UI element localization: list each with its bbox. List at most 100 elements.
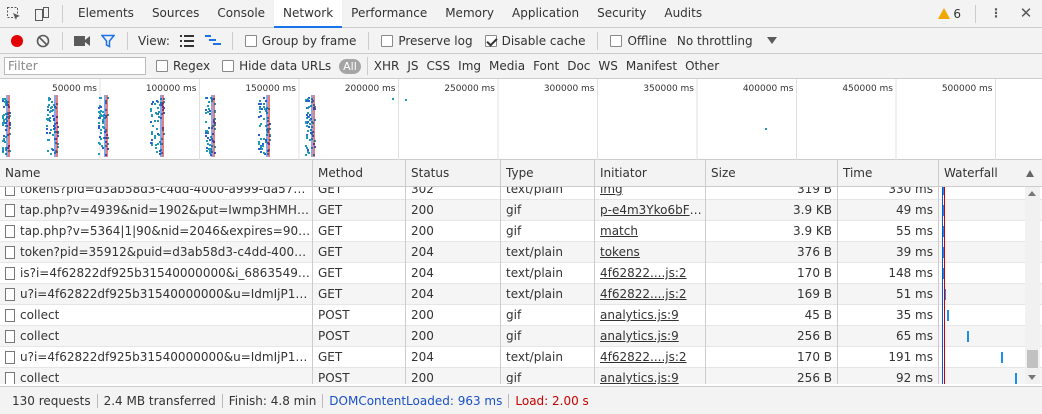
request-name-cell[interactable]: collect: [0, 305, 313, 326]
filter-type-other[interactable]: Other: [681, 59, 723, 73]
initiator-link[interactable]: 4f62822....js:2: [600, 266, 687, 280]
column-header-waterfall[interactable]: Waterfall: [939, 160, 1042, 187]
inspect-icon[interactable]: [0, 0, 28, 27]
initiator-link[interactable]: analytics.js:9: [600, 329, 679, 343]
initiator-link[interactable]: p-e4m3Yko6bFY...: [600, 203, 705, 217]
checkbox-box-checked[interactable]: [484, 34, 497, 47]
camera-icon: [74, 35, 90, 46]
table-row[interactable]: collect POST 200 gif analytics.js:9 45 B 35 ms: [0, 305, 1042, 326]
column-header-size[interactable]: Size: [706, 160, 838, 187]
tab-audits[interactable]: Audits: [655, 0, 711, 27]
tab-application[interactable]: Application: [503, 0, 588, 27]
request-name-cell[interactable]: collect: [0, 326, 313, 347]
kebab-menu-icon[interactable]: ⋮: [982, 0, 1010, 27]
scrollbar-thumb[interactable]: [1027, 350, 1038, 368]
tab-memory[interactable]: Memory: [436, 0, 503, 27]
request-name: tokens?pid=d3ab58d3-c4dd-4000-a999-da578…: [20, 187, 312, 196]
filter-type-ws[interactable]: WS: [594, 59, 621, 73]
tab-performance[interactable]: Performance: [342, 0, 436, 27]
table-row[interactable]: u?i=4f62822df925b31540000000&u=IdmIjP1oE…: [0, 347, 1042, 368]
request-type: gif: [501, 305, 595, 326]
checkbox-box[interactable]: [381, 34, 394, 47]
network-overview[interactable]: 50000 ms 100000 ms 150000 ms 200000 ms 25000…: [0, 79, 1042, 160]
scroll-up-icon[interactable]: [1028, 191, 1036, 196]
initiator-link[interactable]: match: [600, 224, 638, 238]
filter-type-all[interactable]: All: [339, 58, 361, 74]
throttling-select[interactable]: No throttling: [677, 34, 753, 48]
table-row[interactable]: tap.php?v=5364|1|90&nid=2046&expires=90&…: [0, 221, 1042, 242]
filter-type-img[interactable]: Img: [454, 59, 485, 73]
table-row[interactable]: collect POST 200 gif analytics.js:9 256 B 65 m…: [0, 326, 1042, 347]
request-name-cell[interactable]: tap.php?v=4939&nid=1902&put=Iwmp3HMH_487…: [0, 200, 313, 221]
tab-console[interactable]: Console: [208, 0, 274, 27]
transferred-size: 2.4 MB transferred: [98, 393, 223, 408]
table-row[interactable]: is?i=4f62822df925b31540000000&i_68635496…: [0, 263, 1042, 284]
filter-type-doc[interactable]: Doc: [563, 59, 594, 73]
checkbox-box[interactable]: [222, 60, 235, 72]
overview-request-mark: [258, 116, 260, 118]
request-name-cell[interactable]: tokens?pid=d3ab58d3-c4dd-4000-a999-da578…: [0, 187, 313, 200]
initiator-link[interactable]: img: [600, 187, 623, 196]
request-name-cell[interactable]: collect: [0, 368, 313, 384]
clear-button[interactable]: [30, 29, 56, 53]
scroll-down-icon[interactable]: [1028, 375, 1036, 380]
tab-security[interactable]: Security: [588, 0, 655, 27]
offline-checkbox[interactable]: Offline: [610, 34, 667, 48]
overview-request-mark: [154, 135, 156, 137]
column-header-initiator[interactable]: Initiator: [595, 160, 706, 187]
column-header-method[interactable]: Method: [313, 160, 406, 187]
tab-sources[interactable]: Sources: [143, 0, 208, 27]
close-icon[interactable]: ✕: [1010, 0, 1042, 27]
filter-type-xhr[interactable]: XHR: [370, 59, 404, 73]
initiator-link[interactable]: analytics.js:9: [600, 308, 679, 322]
overview-request-mark: [50, 153, 52, 155]
filter-type-font[interactable]: Font: [529, 59, 563, 73]
request-initiator-cell: 4f62822....js:2: [595, 263, 706, 284]
request-name-cell[interactable]: u?i=4f62822df925b31540000000&u=IdmIjP1oE…: [0, 347, 313, 368]
preserve-log-checkbox[interactable]: Preserve log: [381, 34, 473, 48]
waterfall-header-label: Waterfall: [944, 166, 998, 180]
file-icon: [5, 187, 15, 196]
table-row[interactable]: collect POST 200 gif analytics.js:9 256 B 92 m…: [0, 368, 1042, 384]
large-rows-button[interactable]: [174, 29, 200, 53]
screenshot-button[interactable]: [69, 29, 95, 53]
table-row[interactable]: u?i=4f62822df925b31540000000&u=IdmIjP1oE…: [0, 284, 1042, 305]
request-name-cell[interactable]: is?i=4f62822df925b31540000000&i_68635496…: [0, 263, 313, 284]
request-name-cell[interactable]: token?pid=35912&puid=d3ab58d3-c4dd-4000-…: [0, 242, 313, 263]
table-row[interactable]: token?pid=35912&puid=d3ab58d3-c4dd-4000-…: [0, 242, 1042, 263]
request-name-cell[interactable]: u?i=4f62822df925b31540000000&u=IdmIjP1oE…: [0, 284, 313, 305]
initiator-link[interactable]: 4f62822....js:2: [600, 350, 687, 364]
checkbox-box[interactable]: [156, 60, 168, 72]
hide-data-urls-checkbox[interactable]: Hide data URLs: [222, 59, 331, 73]
filter-type-js[interactable]: JS: [403, 59, 422, 73]
checkbox-box[interactable]: [244, 34, 257, 47]
initiator-link[interactable]: 4f62822....js:2: [600, 287, 687, 301]
checkbox-box[interactable]: [610, 34, 623, 47]
warnings-counter[interactable]: 6: [930, 7, 969, 21]
record-button[interactable]: [4, 29, 30, 53]
device-toolbar-icon[interactable]: [28, 0, 56, 27]
request-initiator-cell: analytics.js:9: [595, 305, 706, 326]
filter-type-media[interactable]: Media: [485, 59, 529, 73]
filter-input[interactable]: [4, 57, 146, 75]
filter-type-manifest[interactable]: Manifest: [622, 59, 681, 73]
table-row[interactable]: tokens?pid=d3ab58d3-c4dd-4000-a999-da578…: [0, 187, 1042, 200]
overview-button[interactable]: [200, 29, 226, 53]
disable-cache-checkbox[interactable]: Disable cache: [484, 34, 585, 48]
column-header-name[interactable]: Name: [0, 160, 313, 187]
tab-network[interactable]: Network: [274, 0, 343, 28]
filter-type-css[interactable]: CSS: [423, 59, 455, 73]
column-header-time[interactable]: Time: [838, 160, 939, 187]
table-scrollbar[interactable]: [1025, 187, 1040, 384]
tab-elements[interactable]: Elements: [69, 0, 143, 27]
filter-toggle-button[interactable]: [95, 29, 121, 53]
column-header-type[interactable]: Type: [501, 160, 595, 187]
request-name-cell[interactable]: tap.php?v=5364|1|90&nid=2046&expires=90&…: [0, 221, 313, 242]
table-row[interactable]: tap.php?v=4939&nid=1902&put=Iwmp3HMH_487…: [0, 200, 1042, 221]
regex-checkbox[interactable]: Regex: [156, 59, 210, 73]
initiator-link[interactable]: analytics.js:9: [600, 371, 679, 384]
initiator-link[interactable]: tokens: [600, 245, 640, 259]
group-by-frame-checkbox[interactable]: Group by frame: [244, 34, 356, 48]
throttle-dropdown-icon[interactable]: [766, 37, 777, 44]
column-header-status[interactable]: Status: [406, 160, 501, 187]
